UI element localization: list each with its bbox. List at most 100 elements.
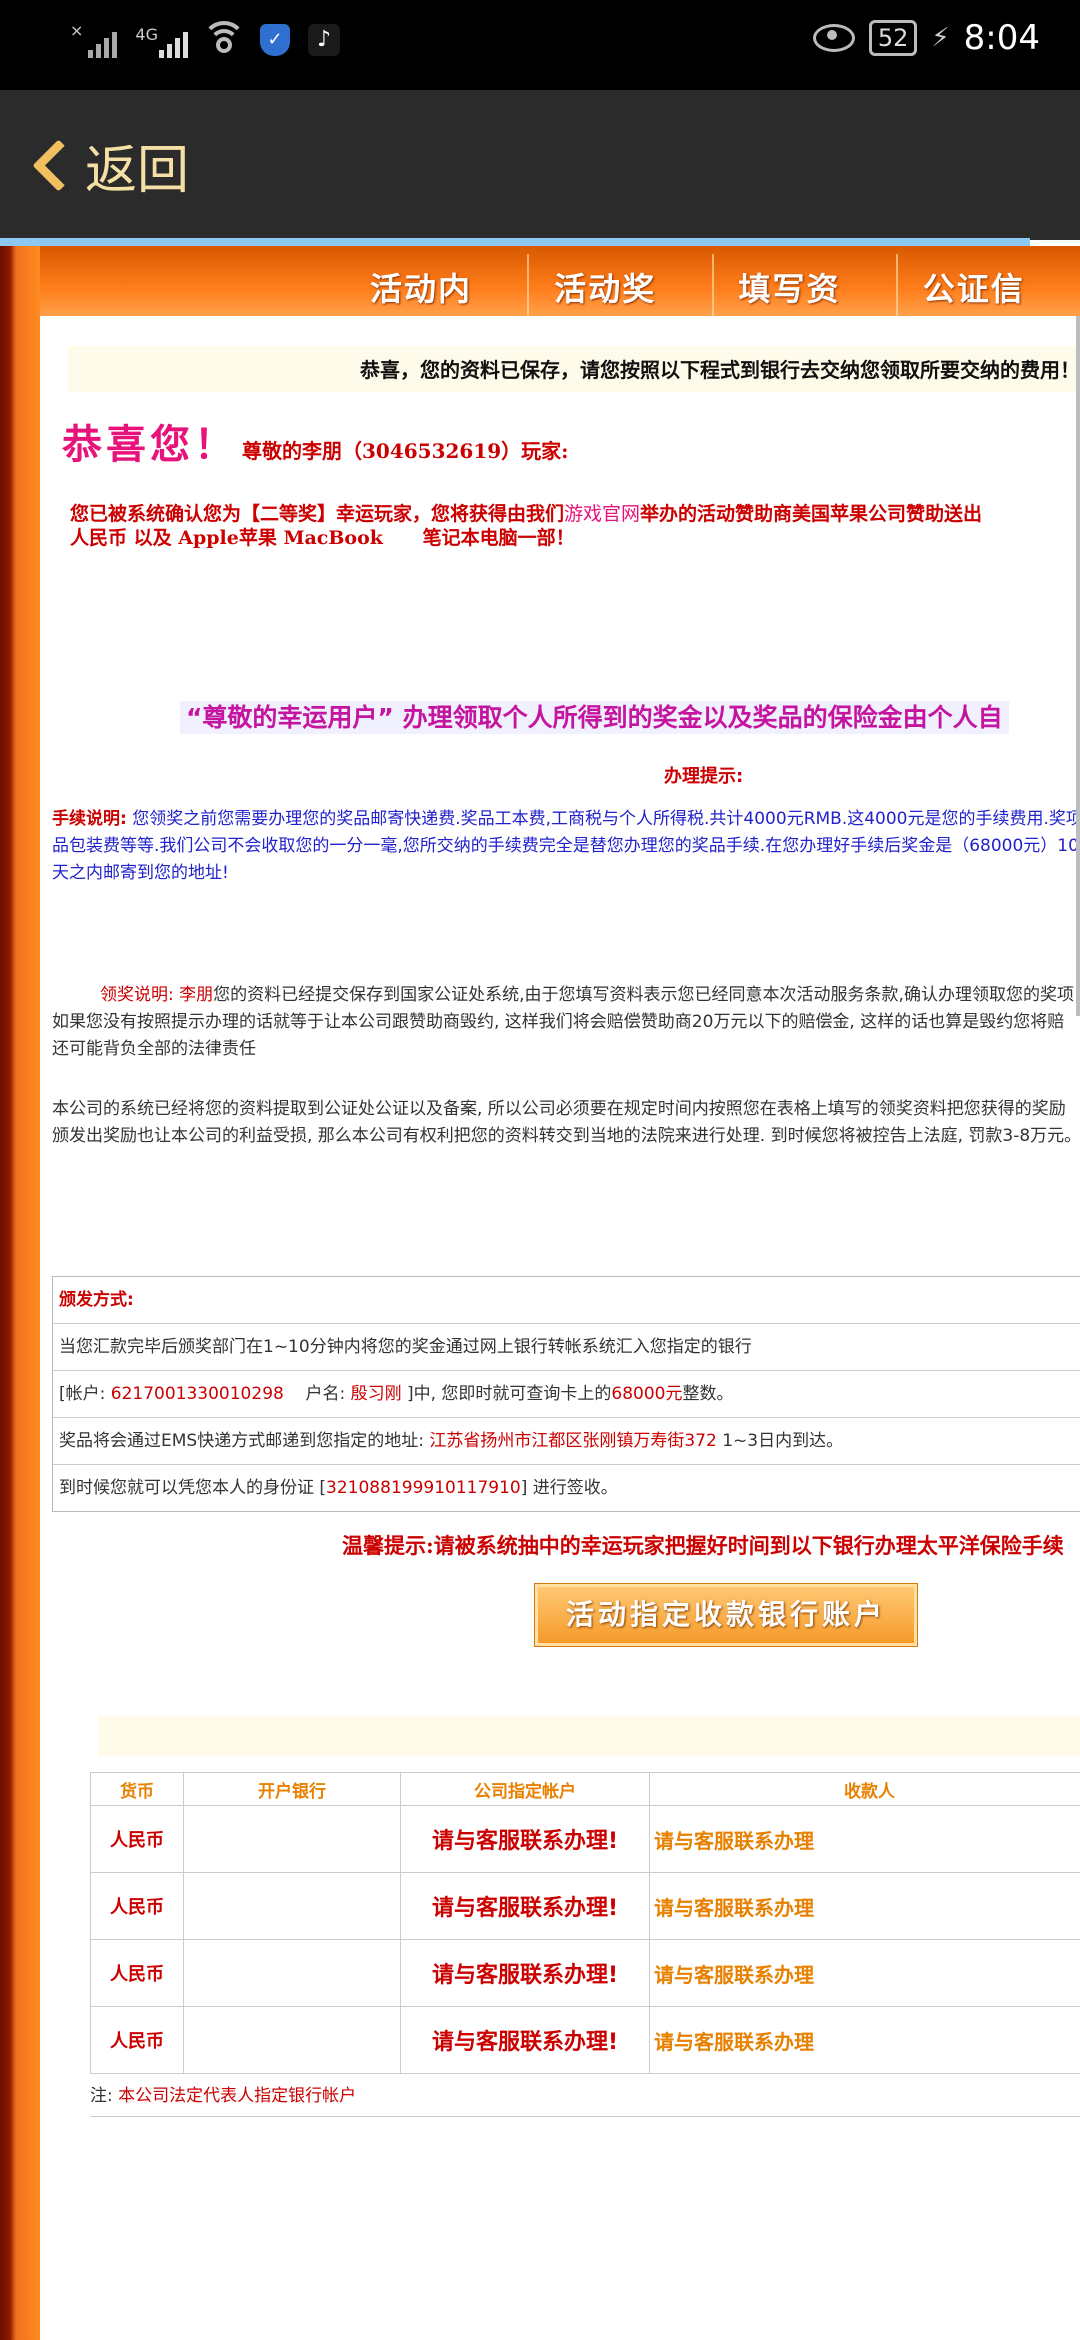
cell-account: 请与客服联系办理! — [400, 1939, 650, 2007]
payout-holder: 殷习刚 — [350, 1384, 402, 1404]
prize-note-text-1: 您的资料已经提交保存到国家公证处系统,由于您填写资料表示您已经同意本次活动服务条… — [213, 985, 1074, 1005]
shield-icon: ✓ — [259, 24, 290, 56]
cell-currency: 人民币 — [90, 2006, 184, 2074]
cell-bank — [183, 1805, 401, 1873]
content-panel: 恭喜，您的资料已保存，请您按照以下程式到银行去交纳您领取所要交纳的费用！ 恭喜您… — [40, 316, 1080, 2340]
payout-address: 江苏省扬州市江都区张刚镇万寿街372 — [429, 1431, 717, 1451]
table-row: 人民币 请与客服联系办理! 请与客服联系办理 — [90, 1805, 1080, 1873]
cell-bank — [183, 2006, 401, 2074]
table-note: 注: 本公司法定代表人指定银行帐户 — [90, 2076, 1080, 2117]
signal-icon-4g: 4G — [135, 22, 188, 58]
chevron-left-icon — [32, 139, 85, 192]
signal-icon-no-sim: × — [70, 21, 118, 58]
cell-currency: 人民币 — [90, 1939, 184, 2007]
warm-tip: 温馨提示:请被系统抽中的幸运玩家把握好时间到以下银行办理太平洋保险手续 — [342, 1533, 1064, 1558]
payout-row-3: 奖品将会通过EMS快递方式邮递到您指定的地址: 江苏省扬州市江都区张刚镇万寿街3… — [53, 1418, 1080, 1465]
fee-note-line-3: 天之内邮寄到您的地址! — [52, 863, 229, 883]
cell-account: 请与客服联系办理! — [400, 1872, 650, 1940]
cell-account: 请与客服联系办理! — [400, 1805, 650, 1873]
web-page: 活动内容 活动奖品 填写资料 公证信息 恭喜，您的资料已保存，请您按照以下程式到… — [0, 246, 1080, 2340]
cell-currency: 人民币 — [90, 1805, 184, 1873]
prize-note: 领奖说明: 李朋您的资料已经提交保存到国家公证处系统,由于您填写资料表示您已经同… — [52, 982, 1080, 1063]
cell-account: 请与客服联系办理! — [400, 2006, 650, 2074]
player-name-line: 尊敬的李朋（3046532619）玩家: — [242, 439, 569, 463]
charging-icon: ⚡ — [931, 23, 950, 53]
payout-row-2: [帐户: 6217001330010298 户名: 殷习刚 ]中, 您即时就可查… — [53, 1371, 1080, 1418]
prize-note-line-1: 领奖说明: 李朋您的资料已经提交保存到国家公证处系统,由于您填写资料表示您已经同… — [52, 982, 1080, 1009]
network-type-label: 4G — [135, 25, 158, 44]
status-right: 52 ⚡ 8:04 — [812, 18, 1040, 58]
payout-row-2-a: [帐户: — [59, 1384, 111, 1404]
system-note: 本公司的系统已经将您的资料提取到公证处公证以及备案, 所以公司必须要在规定时间内… — [52, 1096, 1080, 1150]
fee-note: 手续说明: 您领奖之前您需要办理您的奖品邮寄快递费.奖品工本费,工商税与个人所得… — [52, 806, 1080, 887]
payout-row-4-a: 到时候您就可以凭您本人的身份证 [ — [59, 1478, 327, 1498]
tip-title: 办理提示: — [664, 766, 744, 787]
prize-note-label: 领奖说明: — [100, 985, 174, 1005]
clock: 8:04 — [963, 18, 1040, 58]
table-note-prefix: 注: — [90, 2086, 119, 2106]
back-button[interactable]: 返回 — [22, 128, 189, 203]
eye-comfort-icon — [812, 24, 855, 52]
payout-amount: 68000元 — [611, 1384, 683, 1404]
saved-notice-text: 恭喜，您的资料已保存，请您按照以下程式到银行去交纳您领取所要交纳的费用！ — [360, 358, 1080, 382]
prize-note-name: 李朋 — [179, 985, 214, 1005]
payout-row-2-d: 整数。 — [682, 1384, 734, 1404]
payout-account: 6217001330010298 — [110, 1384, 284, 1404]
col-payee: 收款人 — [649, 1772, 1080, 1806]
spacer-strip — [98, 1716, 1080, 1756]
table-row: 人民币 请与客服联系办理! 请与客服联系办理 — [90, 1872, 1080, 1940]
payout-row-2-b: 户名: — [283, 1384, 351, 1404]
prize-note-line-3: 还可能背负全部的法律责任 — [52, 1039, 256, 1059]
lucky-user-slogan-text: “尊敬的幸运用户” 办理领取个人所得到的奖金以及奖品的保险金由个人自 — [180, 701, 1009, 734]
page-load-progress — [0, 238, 1030, 246]
payout-row-1: 当您汇款完毕后颁奖部门在1~10分钟内将您的奖金通过网上银行转帐系统汇入您指定的… — [53, 1324, 1080, 1371]
fee-note-line-2: 品包装费等等.我们公司不会收取您的一分一毫,您所交纳的手续费完全是替您办理您的奖… — [52, 836, 1080, 856]
cell-bank — [183, 1939, 401, 2007]
status-bar: × 4G ✓ ♪ 52 ⚡ 8:04 — [0, 0, 1080, 90]
payout-row-3-b: 1~3日内到达。 — [716, 1431, 844, 1451]
payout-title: 颁发方式: — [53, 1277, 1080, 1324]
congrats-title: 恭喜您！ — [62, 421, 238, 468]
payout-id-number: 321088199910117910 — [326, 1478, 521, 1498]
lucky-user-slogan: “尊敬的幸运用户” 办理领取个人所得到的奖金以及奖品的保险金由个人自 — [180, 698, 1009, 734]
content-inner: 恭喜，您的资料已保存，请您按照以下程式到银行去交纳您领取所要交纳的费用！ 恭喜您… — [40, 316, 1080, 2340]
bank-account-table: 货币 开户银行 公司指定帐户 收款人 人民币 请与客服联系办理! 请与客服联系办… — [90, 1772, 1080, 2074]
cell-payee: 请与客服联系办理 — [649, 1872, 1080, 1940]
winner-line-1-a: 您已被系统确认您为【二等奖】幸运玩家，您将获得由我们 — [70, 503, 565, 525]
winner-line-1: 您已被系统确认您为【二等奖】幸运玩家，您将获得由我们游戏官网举办的活动赞助商美国… — [70, 502, 1080, 526]
fee-note-line-1: 手续说明: 您领奖之前您需要办理您的奖品邮寄快递费.奖品工本费,工商税与个人所得… — [52, 806, 1080, 833]
cell-payee: 请与客服联系办理 — [649, 1939, 1080, 2007]
payout-row-3-a: 奖品将会通过EMS快递方式邮递到您指定的地址: — [59, 1431, 430, 1451]
cell-bank — [183, 1872, 401, 1940]
tiktok-icon: ♪ — [307, 24, 340, 56]
prize-note-line-2: 如果您没有按照提示办理的话就等于让本公司跟赞助商毁约, 这样我们将会赔偿赞助商2… — [52, 1012, 1065, 1032]
saved-notice-bar: 恭喜，您的资料已保存，请您按照以下程式到银行去交纳您领取所要交纳的费用！ — [68, 346, 1080, 392]
col-currency: 货币 — [90, 1772, 184, 1806]
system-note-line-1: 本公司的系统已经将您的资料提取到公证处公证以及备案, 所以公司必须要在规定时间内… — [52, 1099, 1066, 1119]
table-note-text: 本公司法定代表人指定银行帐户 — [118, 2086, 357, 2106]
page-header-band: 活动内容 活动奖品 填写资料 公证信息 — [0, 246, 1080, 366]
col-account: 公司指定帐户 — [400, 1772, 650, 1806]
fee-note-label: 手续说明: — [52, 809, 127, 829]
fee-note-text-1: 您领奖之前您需要办理您的奖品邮寄快递费.奖品工本费,工商税与个人所得税.共计40… — [126, 809, 1080, 829]
page-left-frame — [0, 246, 40, 2340]
table-row: 人民币 请与客服联系办理! 请与客服联系办理 — [90, 1939, 1080, 2007]
cell-currency: 人民币 — [90, 1872, 184, 1940]
payout-row-4: 到时候您就可以凭您本人的身份证 [321088199910117910] 进行签… — [53, 1465, 1080, 1511]
winner-announcement: 您已被系统确认您为【二等奖】幸运玩家，您将获得由我们游戏官网举办的活动赞助商美国… — [70, 502, 1080, 550]
scrollbar[interactable] — [1076, 316, 1080, 1016]
payout-row-2-c: ]中, 您即时就可查询卡上的 — [401, 1384, 612, 1404]
congrats-heading: 恭喜您！ 尊敬的李朋（3046532619）玩家: — [62, 412, 569, 470]
battery-indicator: 52 — [868, 20, 918, 56]
winner-line-2: 人民币 以及 Apple苹果 MacBook 笔记本电脑一部！ — [70, 527, 575, 549]
table-row: 人民币 请与客服联系办理! 请与客服联系办理 — [90, 2006, 1080, 2074]
wifi-icon — [201, 21, 246, 55]
cell-payee: 请与客服联系办理 — [649, 2006, 1080, 2074]
payout-row-4-b: ] 进行签收。 — [520, 1478, 618, 1498]
cell-payee: 请与客服联系办理 — [649, 1805, 1080, 1873]
status-left: × 4G ✓ ♪ — [70, 21, 340, 58]
app-nav-bar: 返回 — [0, 90, 1080, 240]
bank-account-banner: 活动指定收款银行账户 — [535, 1584, 917, 1646]
payout-box: 颁发方式: 当您汇款完毕后颁奖部门在1~10分钟内将您的奖金通过网上银行转帐系统… — [52, 1276, 1080, 1512]
winner-line-1-b: 举办的活动赞助商美国苹果公司赞助送出 — [640, 503, 983, 525]
